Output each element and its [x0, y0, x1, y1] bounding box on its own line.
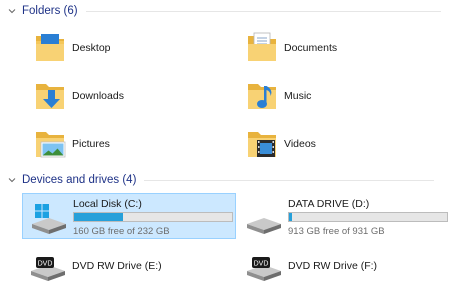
folder-label: Documents — [284, 42, 338, 54]
music-folder-icon — [248, 84, 276, 109]
drive-free-space: 913 GB free of 931 GB — [288, 226, 385, 237]
dvd-drive-icon: DVD — [247, 257, 281, 281]
folder-item-desktop[interactable]: Desktop — [32, 28, 111, 68]
dvd-icon-label: DVD — [254, 261, 269, 268]
folder-label: Desktop — [72, 42, 111, 54]
documents-folder-icon — [248, 32, 276, 61]
folder-label: Downloads — [72, 90, 124, 102]
folder-label: Pictures — [72, 138, 110, 150]
drive-usage-fill — [74, 213, 123, 221]
folder-label: Music — [284, 90, 312, 102]
section-divider — [85, 10, 441, 12]
chevron-down-icon[interactable] — [6, 174, 18, 186]
drive-free-space: 160 GB free of 232 GB — [73, 226, 170, 237]
section-divider — [144, 179, 435, 181]
folder-item-pictures[interactable]: Pictures — [32, 124, 110, 164]
folder-item-music[interactable]: Music — [244, 76, 311, 116]
folders-section-header[interactable]: Folders (6) — [0, 5, 441, 17]
desktop-folder-icon — [36, 34, 64, 61]
drive-tile-d[interactable]: DATA DRIVE (D:) 913 GB free of 931 GB — [238, 194, 450, 238]
folder-label: Videos — [284, 138, 316, 150]
downloads-folder-icon — [36, 84, 64, 109]
drive-tile-e[interactable]: DVD DVD RW Drive (E:) — [22, 245, 234, 281]
chevron-down-icon[interactable] — [6, 5, 18, 17]
folder-item-videos[interactable]: Videos — [244, 124, 316, 164]
devices-section-header[interactable]: Devices and drives (4) — [0, 174, 435, 186]
drive-name: DVD RW Drive (F:) — [288, 260, 378, 272]
drive-usage-bar — [288, 212, 448, 222]
dvd-icon-label: DVD — [38, 261, 53, 268]
dvd-drive-icon: DVD — [31, 257, 65, 281]
drive-usage-fill — [289, 213, 293, 221]
windows-drive-icon — [32, 204, 66, 234]
folder-item-downloads[interactable]: Downloads — [32, 76, 124, 116]
drive-usage-bar — [73, 212, 233, 222]
pictures-folder-icon — [36, 132, 66, 158]
devices-section-title: Devices and drives (4) — [22, 174, 137, 186]
drive-name: DVD RW Drive (E:) — [72, 260, 162, 272]
folders-section-title: Folders (6) — [22, 5, 78, 17]
hard-drive-icon — [247, 218, 281, 234]
folder-item-documents[interactable]: Documents — [244, 28, 337, 68]
drive-tile-f[interactable]: DVD DVD RW Drive (F:) — [238, 245, 450, 281]
drive-name: Local Disk (C:) — [73, 198, 142, 210]
videos-folder-icon — [248, 132, 276, 157]
drive-name: DATA DRIVE (D:) — [288, 198, 370, 210]
drive-tile-c[interactable]: Local Disk (C:) 160 GB free of 232 GB — [22, 193, 236, 239]
